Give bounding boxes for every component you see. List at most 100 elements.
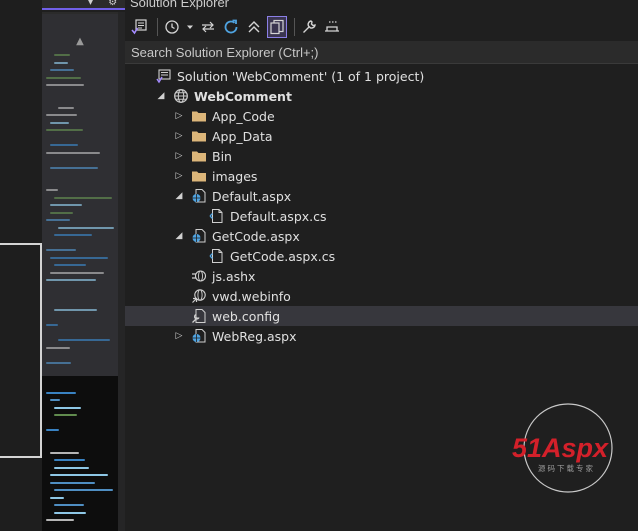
tree-item[interactable]: ◢ GetCode.aspx [125,226,638,246]
minimap-code-line [58,226,115,229]
tree-item[interactable]: vwd.webinfo [125,286,638,306]
minimap-code-line [46,279,96,281]
search-input[interactable] [125,41,638,63]
globe-icon [173,88,189,104]
minimap-code-line [46,129,84,131]
minimap-code-line [50,399,61,401]
tree-item[interactable]: js.ashx [125,266,638,286]
aspx-page-icon [191,328,207,344]
tree-item[interactable]: ▷ WebReg.aspx [125,326,638,346]
minimap-code-line [54,511,87,514]
solution-explorer-toolbar [125,14,638,40]
minimap-code-line [46,84,85,86]
solution-explorer-panel: Solution Explorer Search Solution Explor… [125,0,638,531]
collapsed-arrow-icon[interactable]: ▷ [173,151,185,161]
collapsed-arrow-icon[interactable]: ▷ [173,171,185,181]
tree-item-label: App_Code [212,108,275,124]
toolbar-separator [157,18,158,36]
minimap-scroll-up-icon[interactable]: ▲ [42,36,118,48]
tree-item[interactable]: GetCode.aspx.cs [125,246,638,266]
minimap-code-line [50,481,96,484]
code-file-icon [209,208,225,224]
expanded-arrow-icon[interactable]: ◢ [173,191,185,201]
minimap-code-line [50,204,82,206]
config-icon [191,308,207,324]
toolbar-separator [294,18,295,36]
minimap-code-line [50,166,98,169]
history-icon[interactable] [162,16,182,38]
minimap-code-line [54,196,112,199]
tree-item[interactable]: ▷ App_Code [125,106,638,126]
collapse-all-icon[interactable] [244,16,264,38]
watermark-main-text: 51Aspx [512,433,609,463]
minimap-code-line [54,61,68,64]
minimap-code-line [46,346,70,349]
minimap-code-line [46,76,81,79]
vs-home-icon[interactable] [130,16,150,38]
minimap-code-line [50,271,104,274]
minimap-code-line [50,69,75,71]
properties-wrench-icon[interactable] [299,16,319,38]
minimap-code-line [54,234,92,236]
tree-item-label: App_Data [212,128,273,144]
tree-item-label: vwd.webinfo [212,288,291,304]
collapsed-arrow-icon[interactable]: ▷ [173,331,185,341]
collapsed-arrow-icon[interactable]: ▷ [173,131,185,141]
editor-tab-controls[interactable]: ▾ ⚙ [88,0,123,8]
solution-icon [156,68,172,84]
sync-icon[interactable] [198,16,218,38]
minimap-code-line [50,496,64,499]
aspx-page-icon [191,188,207,204]
minimap-code-line [50,451,79,454]
handler-icon [191,268,207,284]
minimap-code-line [46,519,75,521]
tree-item[interactable]: ◢ WebComment [125,86,638,106]
expanded-arrow-icon[interactable]: ◢ [173,231,185,241]
dropdown-icon[interactable] [185,16,195,38]
preview-icon[interactable] [322,16,342,38]
tree-item[interactable]: Default.aspx.cs [125,206,638,226]
minimap-code-line [46,219,70,221]
code-minimap[interactable] [42,14,118,531]
tree-item[interactable]: web.config [125,306,638,326]
tree-item[interactable]: ◢ Default.aspx [125,186,638,206]
editor-highlight-box [0,243,42,458]
minimap-code-line [54,459,86,461]
tree-item[interactable]: ▷ images [125,166,638,186]
folder-icon [191,128,207,144]
tree-item-label: WebComment [194,88,292,104]
minimap-code-line [54,504,84,506]
minimap-code-line [46,249,76,251]
refresh-icon[interactable] [221,16,241,38]
tree-item-label: Default.aspx.cs [230,208,327,224]
minimap-code-line [46,324,58,326]
search-solution-explorer-box[interactable] [125,41,638,64]
minimap-code-line [50,144,78,146]
folder-icon [191,168,207,184]
show-all-files-icon[interactable] [267,16,287,38]
minimap-code-line [46,189,59,191]
tree-item[interactable]: ▷ Bin [125,146,638,166]
aspx-page-icon [191,228,207,244]
folder-icon [191,148,207,164]
expanded-arrow-icon[interactable]: ◢ [155,91,167,101]
minimap-code-line [54,309,98,311]
solution-tree: Solution 'WebComment' (1 of 1 project) ◢ W… [125,66,638,346]
tree-item-label: GetCode.aspx.cs [230,248,336,264]
tree-item[interactable]: ▷ App_Data [125,126,638,146]
minimap-code-line [54,414,78,416]
panel-title: Solution Explorer [130,0,229,10]
minimap-code-line [58,106,75,109]
minimap-code-line [54,54,70,56]
editor-scrollbar[interactable] [118,12,125,531]
tree-item-label: Bin [212,148,232,164]
minimap-code-line [46,391,77,394]
minimap-code-line [50,256,108,259]
minimap-code-line [54,264,87,266]
minimap-code-line [54,406,81,409]
tree-item-label: GetCode.aspx [212,228,300,244]
collapsed-arrow-icon[interactable]: ▷ [173,111,185,121]
tree-item[interactable]: Solution 'WebComment' (1 of 1 project) [125,66,638,86]
minimap-code-line [46,114,77,116]
minimap-code-line [54,489,114,491]
